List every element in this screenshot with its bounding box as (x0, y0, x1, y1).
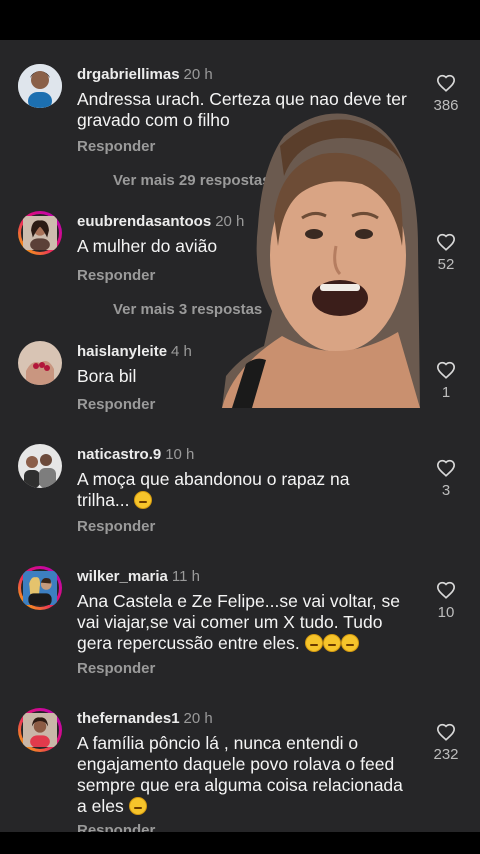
smiling-face-emoji-icon (128, 797, 147, 815)
timestamp: 10 h (165, 446, 195, 463)
username[interactable]: naticastro.9 (77, 446, 161, 463)
comment-meta: drgabriellimas 20 h (77, 66, 213, 84)
timestamp: 11 h (171, 568, 200, 585)
comment-text: A moça que abandonou o rapaz na trilha..… (77, 469, 377, 511)
comment-meta: wilker_maria 11 h (77, 568, 200, 586)
heart-outline-icon (436, 74, 456, 92)
username[interactable]: drgabriellimas (77, 66, 180, 83)
like-count: 52 (437, 256, 455, 273)
heart-outline-icon (436, 361, 456, 379)
username[interactable]: thefernandes1 (77, 710, 180, 727)
reply-button[interactable]: Responder (77, 138, 155, 155)
like-button[interactable]: 3 (426, 459, 466, 499)
timestamp: 4 h (171, 343, 192, 360)
like-count: 1 (441, 384, 451, 401)
reply-button[interactable]: Responder (77, 396, 155, 413)
heart-outline-icon (436, 459, 456, 477)
heart-outline-icon (436, 723, 456, 741)
comment-text-content: A moça que abandonou o rapaz na trilha..… (77, 469, 350, 510)
heart-outline-icon (436, 581, 456, 599)
comment-text-content: A família pôncio lá , nunca entendi o en… (77, 733, 403, 816)
like-button[interactable]: 52 (426, 233, 466, 273)
like-button[interactable]: 386 (426, 74, 466, 114)
avatar[interactable] (18, 708, 62, 752)
video-overlay-person[interactable] (222, 106, 420, 408)
navigation-bar (0, 832, 480, 854)
comment-meta: euubrendasantoos 20 h (77, 213, 244, 231)
username[interactable]: haislanyleite (77, 343, 167, 360)
laughing-emoji-icon (340, 634, 359, 652)
reply-button[interactable]: Responder (77, 267, 155, 284)
reply-button[interactable]: Responder (77, 822, 155, 832)
laughing-emoji-icon (322, 634, 341, 652)
avatar[interactable] (18, 211, 62, 255)
username[interactable]: wilker_maria (77, 568, 168, 585)
laughing-emoji-icon (304, 634, 323, 652)
like-count: 386 (433, 97, 459, 114)
like-button[interactable]: 232 (426, 723, 466, 763)
username[interactable]: euubrendasantoos (77, 213, 211, 230)
avatar[interactable] (18, 566, 62, 610)
comment-text: A família pôncio lá , nunca entendi o en… (77, 733, 417, 817)
comment-text: Ana Castela e Ze Felipe...se vai voltar,… (77, 591, 417, 654)
like-count: 10 (437, 604, 455, 621)
timestamp: 20 h (183, 66, 213, 83)
avatar[interactable] (18, 64, 62, 108)
comment-meta: haislanyleite 4 h (77, 343, 192, 361)
timestamp: 20 h (183, 710, 213, 727)
like-button[interactable]: 10 (426, 581, 466, 621)
heart-outline-icon (436, 233, 456, 251)
avatar[interactable] (18, 341, 62, 385)
reply-button[interactable]: Responder (77, 660, 155, 677)
reply-button[interactable]: Responder (77, 518, 155, 535)
like-button[interactable]: 1 (426, 361, 466, 401)
status-bar (0, 0, 480, 40)
avatar[interactable] (18, 444, 62, 488)
smiling-face-emoji-icon (134, 491, 153, 509)
comment-meta: thefernandes1 20 h (77, 710, 213, 728)
like-count: 3 (441, 482, 451, 499)
comment-meta: naticastro.9 10 h (77, 446, 194, 464)
like-count: 232 (433, 746, 459, 763)
